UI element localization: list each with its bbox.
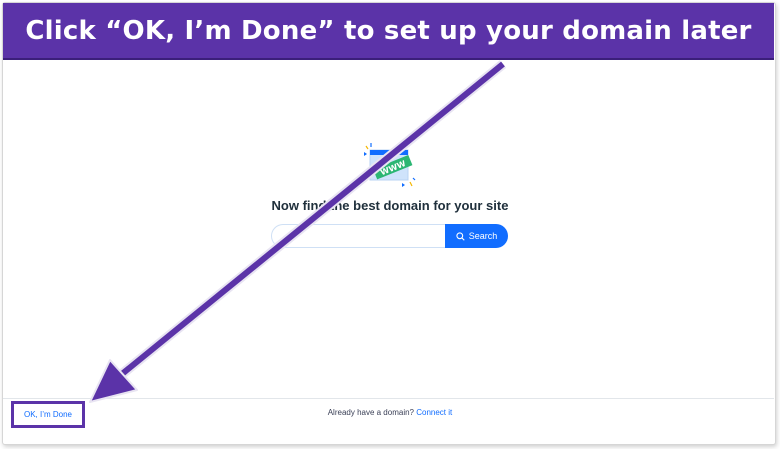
search-button[interactable]: Search <box>445 224 508 248</box>
domain-search-input[interactable] <box>271 224 445 248</box>
connect-it-link[interactable]: Connect it <box>416 408 452 417</box>
footer-divider <box>3 398 774 399</box>
domain-www-icon: WWW <box>364 143 416 187</box>
already-have-domain-text: Already have a domain? <box>327 408 414 417</box>
page-heading: Now find the best domain for your site <box>271 198 509 213</box>
connect-domain-prompt: Already have a domain? Connect it <box>0 408 780 417</box>
domain-search: Search <box>271 224 508 248</box>
search-button-label: Search <box>468 231 498 241</box>
search-icon <box>456 231 465 241</box>
banner-text: Click “OK, I’m Done” to set up your doma… <box>25 15 752 46</box>
instruction-banner: Click “OK, I’m Done” to set up your doma… <box>3 3 774 60</box>
